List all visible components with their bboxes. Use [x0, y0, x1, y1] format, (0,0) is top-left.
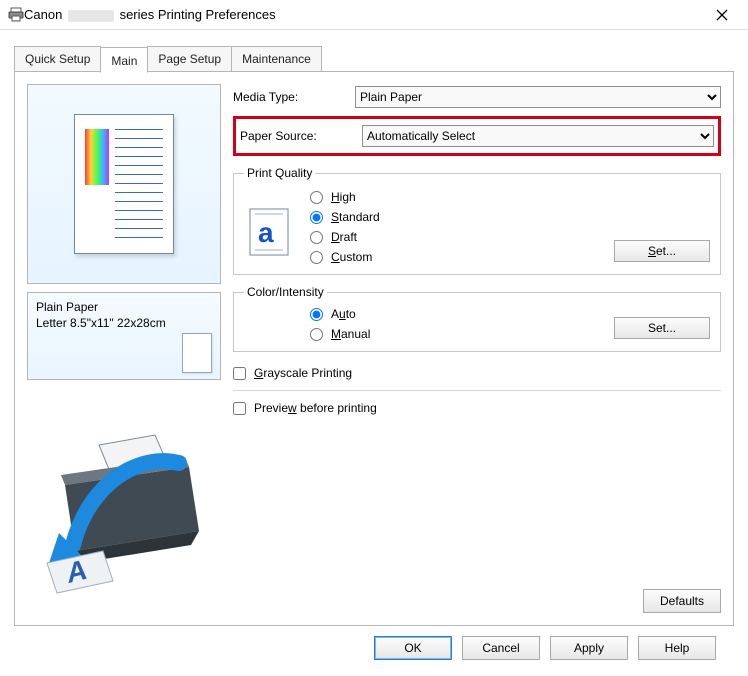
apply-button[interactable]: Apply	[550, 636, 628, 660]
tab-page-setup[interactable]: Page Setup	[147, 46, 232, 72]
tab-panel-main: Plain Paper Letter 8.5"x11" 22x28cm A	[14, 71, 734, 626]
quality-preview-icon: a	[244, 204, 294, 260]
ci-set-button[interactable]: Set...	[614, 317, 710, 339]
tab-main[interactable]: Main	[100, 47, 148, 73]
paper-source-highlight: Paper Source: Automatically Select	[233, 116, 721, 156]
ci-manual[interactable]: Manual	[310, 327, 584, 341]
svg-text:a: a	[258, 217, 274, 248]
media-type-label: Media Type:	[233, 90, 347, 104]
left-column: Plain Paper Letter 8.5"x11" 22x28cm A	[27, 84, 221, 613]
ci-radios: Auto Manual	[310, 307, 584, 341]
help-button[interactable]: Help	[638, 636, 716, 660]
titlebar: Canon series Printing Preferences	[0, 0, 748, 30]
quality-radios: High Standard Draft Custom	[310, 190, 584, 264]
tab-maintenance[interactable]: Maintenance	[231, 46, 322, 72]
quality-custom[interactable]: Custom	[310, 250, 584, 264]
print-quality-legend: Print Quality	[244, 166, 315, 180]
color-intensity-group: Color/Intensity Auto Manual Set...	[233, 285, 721, 352]
quality-high[interactable]: High	[310, 190, 584, 204]
grayscale-checkbox[interactable]: Grayscale Printing	[233, 366, 721, 380]
paper-source-label: Paper Source:	[240, 129, 354, 143]
media-info-line1: Plain Paper	[36, 299, 212, 315]
right-column: Media Type: Plain Paper Paper Source: Au…	[233, 84, 721, 613]
paper-source-row: Paper Source: Automatically Select	[240, 123, 714, 149]
defaults-button[interactable]: Defaults	[643, 589, 721, 613]
dialog-body: Quick Setup Main Page Setup Maintenance …	[0, 30, 748, 670]
ok-button[interactable]: OK	[374, 636, 452, 660]
media-type-row: Media Type: Plain Paper	[233, 84, 721, 110]
dialog-buttons: OK Cancel Apply Help	[14, 626, 734, 660]
cancel-button[interactable]: Cancel	[462, 636, 540, 660]
window-title: Canon series Printing Preferences	[24, 7, 702, 22]
preview-checkbox[interactable]: Preview before printing	[233, 401, 721, 415]
quality-set-button[interactable]: Set...	[614, 240, 710, 262]
separator	[233, 390, 721, 391]
color-intensity-legend: Color/Intensity	[244, 285, 327, 299]
orientation-thumb	[182, 333, 212, 373]
ci-auto[interactable]: Auto	[310, 307, 584, 321]
media-info-line2: Letter 8.5"x11" 22x28cm	[36, 315, 212, 331]
page-preview-icon	[74, 114, 174, 254]
quality-draft[interactable]: Draft	[310, 230, 584, 244]
page-preview	[27, 84, 221, 284]
quality-standard[interactable]: Standard	[310, 210, 584, 224]
close-button[interactable]	[702, 1, 742, 29]
redacted-model	[68, 10, 114, 22]
media-type-select[interactable]: Plain Paper	[355, 86, 721, 108]
paper-source-select[interactable]: Automatically Select	[362, 125, 714, 147]
print-quality-group: Print Quality a High	[233, 166, 721, 275]
printer-icon	[8, 7, 24, 23]
tab-quick-setup[interactable]: Quick Setup	[14, 46, 101, 72]
media-info-box: Plain Paper Letter 8.5"x11" 22x28cm	[27, 292, 221, 380]
tabstrip: Quick Setup Main Page Setup Maintenance	[14, 46, 734, 72]
printer-illustration: A	[27, 413, 221, 613]
